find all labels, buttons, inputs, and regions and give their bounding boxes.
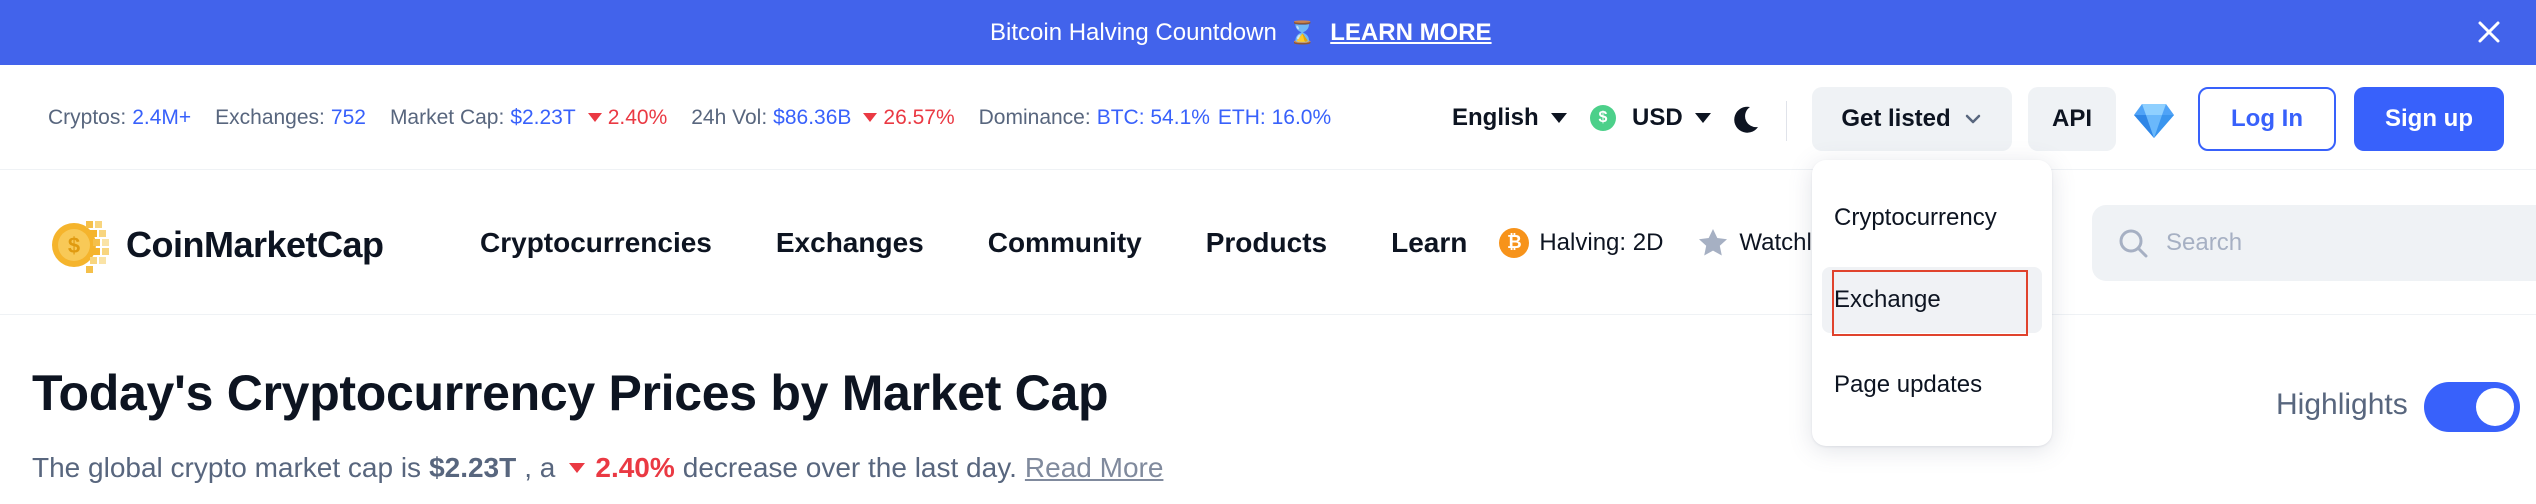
change-value: 2.40% (595, 452, 675, 483)
highlights-toggle[interactable] (2424, 382, 2520, 432)
change-value: 26.57% (883, 105, 955, 129)
hourglass-icon: ⌛ (1288, 19, 1317, 45)
nav-cryptocurrencies[interactable]: Cryptocurrencies (480, 227, 712, 259)
banner-text: Bitcoin Halving Countdown (990, 18, 1277, 46)
caret-down-icon (863, 113, 878, 122)
search-box[interactable] (2092, 205, 2536, 281)
main-navbar: $ CoinMarketCap Cryptocurrencies Exchang… (0, 170, 2536, 315)
dropdown-item-cryptocurrency[interactable]: Cryptocurrency (1822, 185, 2042, 251)
caret-down-icon (1694, 112, 1711, 123)
dominance-eth-link[interactable]: ETH: 16.0% (1218, 106, 1331, 130)
chevron-down-icon (1965, 114, 1980, 124)
market-summary: The global crypto market cap is $2.23T ,… (32, 452, 1163, 484)
market-cap-change: 2.40% (587, 105, 668, 130)
dropdown-item-page-updates[interactable]: Page updates (1822, 352, 2042, 418)
summary-market-cap: $2.23T (429, 452, 517, 483)
halving-countdown-link[interactable]: ₿ Halving: 2D (1499, 227, 1664, 258)
global-stats-bar: Cryptos: 2.4M+ Exchanges: 752 Market Cap… (0, 65, 2536, 170)
page-title: Today's Cryptocurrency Prices by Market … (32, 365, 1109, 421)
stat-dominance: Dominance: BTC: 54.1% ETH: 16.0% (979, 106, 1332, 130)
svg-text:$: $ (68, 233, 80, 258)
api-button[interactable]: API (2028, 87, 2116, 151)
search-input[interactable] (2166, 229, 2466, 257)
moon-icon[interactable] (1728, 103, 1762, 137)
divider (1786, 101, 1787, 141)
bitcoin-icon: ₿ (1499, 227, 1530, 258)
currency-label: USD (1632, 103, 1683, 131)
get-listed-label: Get listed (1841, 105, 1951, 132)
coinmarketcap-logo[interactable]: $ CoinMarketCap (46, 210, 384, 280)
get-listed-dropdown: Cryptocurrency Exchange Page updates (1812, 160, 2052, 446)
announcement-banner: Bitcoin Halving Countdown ⌛ LEARN MORE (0, 0, 2536, 65)
cryptos-count-link[interactable]: 2.4M+ (132, 106, 191, 130)
stat-exchanges: Exchanges: 752 (215, 106, 366, 130)
signup-button[interactable]: Sign up (2354, 87, 2504, 151)
stat-label: Dominance: (978, 105, 1091, 129)
summary-text: decrease over the last day. (682, 452, 1017, 483)
language-label: English (1452, 103, 1539, 131)
stat-label: Exchanges: (215, 105, 325, 129)
language-selector[interactable]: English (1452, 65, 1567, 170)
summary-change: 2.40% (569, 452, 675, 484)
volume-link[interactable]: $86.36B (773, 106, 851, 130)
logo-mark-icon: $ (52, 221, 109, 273)
nav-community[interactable]: Community (988, 227, 1142, 259)
logo-text: CoinMarketCap (126, 224, 384, 265)
nav-learn[interactable]: Learn (1391, 227, 1467, 259)
currency-selector[interactable]: $ USD (1590, 65, 1711, 170)
market-stats: Cryptos: 2.4M+ Exchanges: 752 Market Cap… (48, 65, 1438, 170)
login-button[interactable]: Log In (2198, 87, 2336, 151)
stat-label: Market Cap: (389, 105, 505, 129)
toggle-knob (2476, 388, 2514, 426)
nav-products[interactable]: Products (1206, 227, 1327, 259)
diamond-icon[interactable] (2132, 101, 2176, 141)
learn-more-link[interactable]: LEARN MORE (1330, 19, 1491, 47)
dollar-coin-icon: $ (1590, 104, 1616, 131)
caret-down-icon (1550, 112, 1567, 123)
highlights-label: Highlights (2276, 388, 2408, 421)
summary-text: , a (524, 452, 556, 483)
nav-exchanges[interactable]: Exchanges (776, 227, 924, 259)
stat-cryptos: Cryptos: 2.4M+ (48, 106, 191, 130)
summary-text: The global crypto market cap is (32, 452, 422, 483)
change-value: 2.40% (607, 105, 668, 129)
market-cap-link[interactable]: $2.23T (510, 106, 575, 130)
stat-label: 24h Vol: (691, 105, 768, 129)
volume-change: 26.57% (863, 105, 955, 130)
dominance-btc-link[interactable]: BTC: 54.1% (1097, 106, 1210, 130)
banner-content: Bitcoin Halving Countdown ⌛ LEARN MORE (990, 0, 1492, 65)
stat-label: Cryptos: (48, 105, 127, 129)
nav-links: Cryptocurrencies Exchanges Community Pro… (480, 170, 1826, 315)
get-listed-button[interactable]: Get listed (1812, 87, 2012, 151)
caret-down-icon (569, 463, 586, 473)
read-more-link[interactable]: Read More (1025, 452, 1164, 484)
stat-market-cap: Market Cap: $2.23T 2.40% (390, 106, 667, 130)
caret-down-icon (587, 113, 602, 122)
watchlist-link[interactable]: Watchlist (1697, 227, 1826, 259)
search-icon (2119, 229, 2148, 258)
exchanges-count-link[interactable]: 752 (331, 106, 366, 130)
dropdown-item-exchange[interactable]: Exchange (1822, 267, 2042, 333)
close-icon[interactable] (2472, 15, 2506, 49)
halving-label: Halving: 2D (1539, 228, 1664, 256)
stat-24h-volume: 24h Vol: $86.36B 26.57% (691, 106, 954, 130)
star-icon (1699, 228, 1728, 255)
nav-left: $ CoinMarketCap Cryptocurrencies Exchang… (0, 170, 1826, 315)
